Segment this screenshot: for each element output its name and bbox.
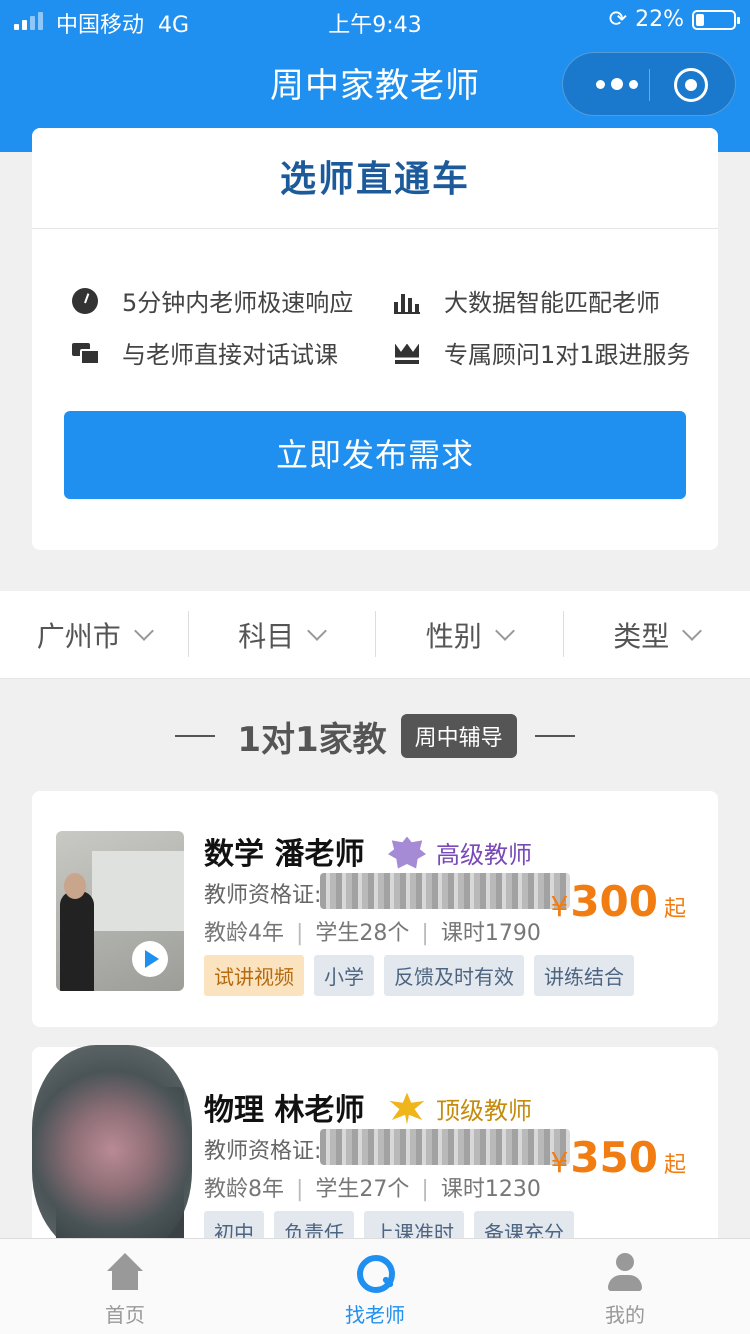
tag-list: 试讲视频 小学 反馈及时有效 讲练结合 xyxy=(204,955,634,996)
rotation-lock-icon: ⟳ xyxy=(608,7,628,32)
teacher-level: 顶级教师 xyxy=(388,1091,532,1126)
divider xyxy=(32,228,718,229)
lesson-hours: 课时1790 xyxy=(440,921,541,946)
price-value: 350 xyxy=(570,1133,658,1182)
redaction-mask xyxy=(32,1045,192,1255)
redaction-mask xyxy=(320,1129,570,1165)
price: ¥ 350 起 xyxy=(550,1133,686,1182)
currency-symbol: ¥ xyxy=(550,890,569,923)
chat-icon xyxy=(72,340,100,366)
capsule-divider xyxy=(649,69,650,101)
status-bar: 中国移动 4G 上午9:43 ⟳ 22% xyxy=(0,0,750,40)
teacher-meta: 教龄8年 | 学生27个 | 课时1230 xyxy=(204,1177,541,1202)
battery-percent: 22% xyxy=(635,7,684,32)
feature-item: 5分钟内老师极速响应 xyxy=(72,283,353,318)
tab-bar: 首页 找老师 我的 xyxy=(0,1238,750,1334)
filter-subject[interactable]: 科目 xyxy=(187,591,376,678)
tab-label: 找老师 xyxy=(345,1303,405,1327)
battery-icon xyxy=(692,9,740,30)
chevron-down-icon xyxy=(682,620,703,641)
filter-gender[interactable]: 性别 xyxy=(375,591,563,678)
feature-label: 专属顾问1对1跟进服务 xyxy=(444,341,691,369)
tab-home[interactable]: 首页 xyxy=(0,1239,250,1334)
filter-label: 科目 xyxy=(238,619,295,653)
feature-label: 5分钟内老师极速响应 xyxy=(122,289,354,317)
divider xyxy=(534,735,575,737)
feature-item: 与老师直接对话试课 xyxy=(72,335,338,370)
feature-item: 专属顾问1对1跟进服务 xyxy=(394,335,691,370)
tab-label: 我的 xyxy=(605,1303,645,1327)
filter-type[interactable]: 类型 xyxy=(562,591,750,678)
tag-trial-video[interactable]: 试讲视频 xyxy=(204,955,304,996)
level-label: 顶级教师 xyxy=(436,1097,532,1125)
chevron-down-icon xyxy=(494,620,515,641)
filter-city[interactable]: 广州市 xyxy=(0,591,188,678)
tab-label: 首页 xyxy=(105,1303,145,1327)
clock-icon xyxy=(72,287,98,314)
currency-symbol: ¥ xyxy=(550,1146,569,1179)
home-icon xyxy=(105,1253,145,1293)
tag: 小学 xyxy=(314,955,374,996)
teacher-cert: 教师资格证: xyxy=(204,873,570,909)
filter-label: 性别 xyxy=(425,619,482,653)
tab-mine[interactable]: 我的 xyxy=(500,1239,750,1334)
chevron-down-icon xyxy=(133,620,154,641)
user-icon xyxy=(605,1253,645,1293)
tag: 反馈及时有效 xyxy=(384,955,524,996)
price: ¥ 300 起 xyxy=(550,877,686,926)
medal-icon xyxy=(389,1092,425,1125)
teacher-photo[interactable] xyxy=(32,1045,192,1255)
section-heading: 1对1家教 周中辅导 xyxy=(0,714,750,760)
feature-label: 大数据智能匹配老师 xyxy=(444,289,660,317)
section-title: 1对1家教 xyxy=(237,719,387,760)
student-count: 学生28个 xyxy=(315,921,410,946)
cert-label: 教师资格证: xyxy=(204,883,322,908)
publish-request-button[interactable]: 立即发布需求 xyxy=(64,411,686,499)
feature-item: 大数据智能匹配老师 xyxy=(394,283,660,318)
close-miniprogram-icon[interactable] xyxy=(674,68,708,102)
price-unit: 起 xyxy=(663,897,686,922)
price-value: 300 xyxy=(570,877,658,926)
feature-label: 与老师直接对话试课 xyxy=(122,341,338,369)
more-icon[interactable] xyxy=(587,73,647,95)
teaching-years: 教龄4年 xyxy=(204,921,284,946)
crown-icon xyxy=(394,340,420,366)
redaction-mask xyxy=(320,873,570,909)
miniprogram-capsule xyxy=(562,52,736,116)
teacher-card[interactable]: 数学 潘老师 高级教师 教师资格证: 教龄4年 | 学生28个 | 课时1790 ¥ 3… xyxy=(32,791,718,1027)
bar-chart-icon xyxy=(394,288,420,314)
teacher-photo[interactable] xyxy=(56,831,184,991)
teacher-cert: 教师资格证: xyxy=(204,1129,570,1165)
tab-find-teacher[interactable]: 找老师 xyxy=(250,1239,500,1334)
filter-label: 广州市 xyxy=(36,619,121,653)
lesson-hours: 课时1230 xyxy=(440,1177,541,1202)
divider xyxy=(175,735,216,737)
teacher-meta: 教龄4年 | 学生28个 | 课时1790 xyxy=(204,921,541,946)
section-badge: 周中辅导 xyxy=(400,714,517,758)
student-count: 学生27个 xyxy=(315,1177,410,1202)
teacher-name: 数学 潘老师 xyxy=(204,837,365,872)
promo-title: 选师直通车 xyxy=(279,159,470,200)
teacher-name: 物理 林老师 xyxy=(204,1093,365,1128)
cert-label: 教师资格证: xyxy=(204,1139,322,1164)
level-label: 高级教师 xyxy=(436,841,532,869)
filter-label: 类型 xyxy=(613,619,670,653)
price-unit: 起 xyxy=(663,1153,686,1178)
battery-group: ⟳ 22% xyxy=(608,7,740,32)
play-icon[interactable] xyxy=(132,941,168,977)
tag: 讲练结合 xyxy=(534,955,634,996)
teaching-years: 教龄8年 xyxy=(204,1177,284,1202)
medal-icon xyxy=(388,836,426,869)
search-icon xyxy=(355,1253,395,1293)
chevron-down-icon xyxy=(307,620,328,641)
filter-bar: 广州市 科目 性别 类型 xyxy=(0,591,750,679)
promo-card: 选师直通车 5分钟内老师极速响应 大数据智能匹配老师 与老师直接对话试课 专属顾… xyxy=(32,128,718,550)
teacher-level: 高级教师 xyxy=(388,835,532,870)
